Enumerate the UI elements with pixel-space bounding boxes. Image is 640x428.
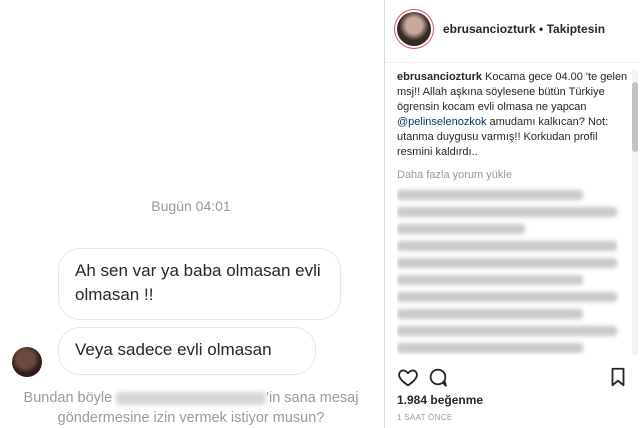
blurred-comment-line: [397, 326, 618, 336]
post-header: ebrusanciozturk • Takiptesin: [385, 0, 640, 63]
caption-mention[interactable]: @pelinselenozkok: [397, 116, 486, 128]
likes-count[interactable]: 1.984 beğenme: [397, 393, 483, 407]
blurred-comment-line: [397, 224, 525, 234]
comments-area: ebrusanciozturk Kocama gece 04.00 'te ge…: [397, 70, 629, 355]
blurred-username: [116, 391, 267, 405]
comments-scrollbar[interactable]: [632, 70, 638, 355]
post-actions: [385, 362, 640, 392]
post-time-ago: 1 SAAT ÖNCE: [397, 413, 453, 422]
dm-thread-panel: Bugün 04:01 Ah sen var ya baba olmasan e…: [0, 0, 382, 428]
comment-icon[interactable]: [427, 366, 449, 388]
blurred-comment-line: [397, 241, 618, 251]
follow-status[interactable]: • Takiptesin: [539, 22, 605, 36]
post-username[interactable]: ebrusanciozturk: [443, 22, 536, 36]
heart-icon[interactable]: [397, 366, 419, 388]
message-bubble: Veya sadece evli olmasan: [58, 327, 316, 375]
blurred-comment-line: [397, 292, 618, 302]
blurred-comment-line: [397, 207, 618, 217]
message-timestamp: Bugün 04:01: [151, 198, 231, 214]
blurred-comment-line: [397, 343, 583, 353]
profile-avatar[interactable]: [397, 12, 431, 46]
request-prefix: Bundan böyle: [23, 390, 113, 406]
scrollbar-thumb[interactable]: [632, 82, 638, 152]
caption: ebrusanciozturk Kocama gece 04.00 'te ge…: [397, 70, 629, 160]
caption-username[interactable]: ebrusanciozturk: [397, 71, 482, 83]
blurred-comments: [397, 190, 629, 355]
message-request-text: Bundan böyle'in sana mesaj göndermesine …: [0, 388, 382, 428]
blurred-comment-line: [397, 258, 618, 268]
message-bubble: Ah sen var ya baba olmasan evli olmasan …: [58, 248, 341, 320]
post-username-line: ebrusanciozturk • Takiptesin: [443, 22, 605, 36]
load-more-comments[interactable]: Daha fazla yorum yükle: [397, 168, 629, 183]
blurred-comment-line: [397, 309, 583, 319]
bookmark-icon[interactable]: [607, 366, 629, 388]
sender-avatar[interactable]: [12, 347, 42, 377]
post-panel: ebrusanciozturk • Takiptesin ebrusancioz…: [384, 0, 640, 428]
blurred-comment-line: [397, 190, 583, 200]
blurred-comment-line: [397, 275, 583, 285]
